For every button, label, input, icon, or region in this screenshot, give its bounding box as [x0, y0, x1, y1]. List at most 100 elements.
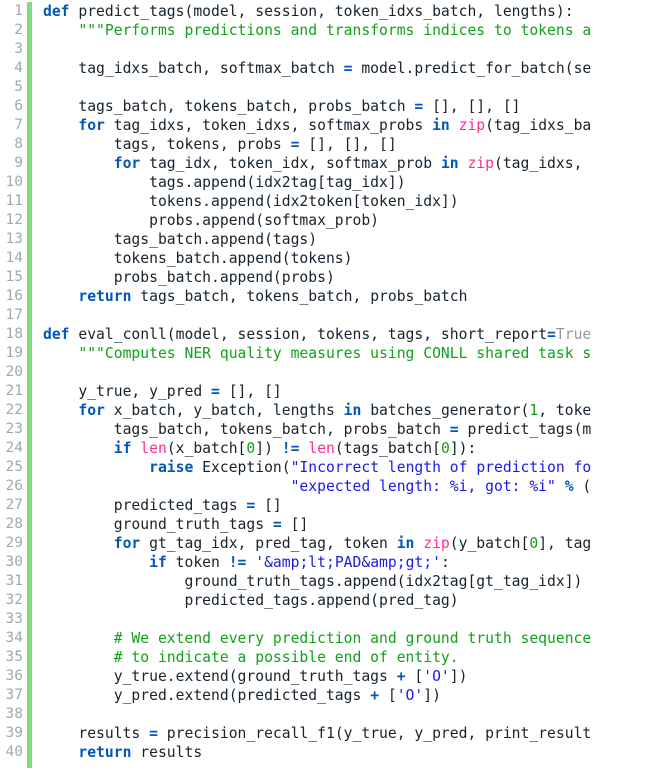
code-line[interactable]: y_pred.extend(predicted_tags + ['O']) — [43, 686, 669, 705]
code-token-k: for — [78, 402, 105, 419]
code-token-id: (x_batch[ — [166, 440, 247, 457]
code-line[interactable] — [43, 610, 669, 629]
line-number: 39 — [5, 725, 23, 741]
code-token-id — [43, 440, 114, 457]
code-line[interactable]: """Performs predictions and transforms i… — [43, 21, 669, 40]
code-line[interactable]: probs_batch.append(probs) — [43, 268, 669, 287]
code-token-ds: """Computes NER quality measures using C… — [43, 345, 592, 362]
code-token-id — [43, 744, 78, 761]
code-token-id: [ — [405, 668, 424, 685]
code-line[interactable]: predicted_tags = [] — [43, 496, 669, 515]
code-line[interactable]: # We extend every prediction and ground … — [43, 629, 669, 648]
line-number: 28 — [5, 516, 23, 532]
code-token-o: = — [414, 98, 424, 115]
line-number: 7 — [14, 117, 23, 133]
code-token-o: % — [564, 478, 574, 495]
code-token-k: return — [78, 744, 132, 761]
code-token-id: results — [43, 725, 150, 742]
line-number: 26 — [5, 478, 23, 494]
code-token-id — [43, 402, 78, 419]
code-token-id: [], [], [] — [423, 98, 521, 115]
code-token-s: 'O' — [396, 687, 424, 704]
code-line[interactable]: probs.append(softmax_prob) — [43, 211, 669, 230]
code-line[interactable]: tags, tokens, probs = [], [], [] — [43, 135, 669, 154]
code-token-id — [246, 554, 255, 571]
code-line[interactable]: tags_batch, tokens_batch, probs_batch = … — [43, 97, 669, 116]
code-token-id — [414, 535, 423, 552]
code-line[interactable] — [43, 78, 669, 97]
code-line[interactable]: if token != '&amp;lt;PAD&amp;gt;': — [43, 553, 669, 572]
code-line[interactable]: tokens.append(idx2token[token_idx]) — [43, 192, 669, 211]
code-line[interactable]: return results — [43, 743, 669, 762]
code-token-o: + — [370, 687, 380, 704]
code-token-id — [131, 440, 140, 457]
code-token-id: ground_truth_tags — [43, 516, 273, 533]
code-line[interactable]: ground_truth_tags.append(idx2tag[gt_tag_… — [43, 572, 669, 591]
code-token-s: '&amp;lt;PAD&amp;gt;' — [255, 554, 441, 571]
code-line[interactable] — [43, 705, 669, 724]
code-token-k: return — [78, 288, 132, 305]
code-line[interactable] — [43, 40, 669, 59]
code-line[interactable]: ground_truth_tags = [] — [43, 515, 669, 534]
code-token-id: ], tag — [538, 535, 592, 552]
code-line[interactable]: return tags_batch, tokens_batch, probs_b… — [43, 287, 669, 306]
code-token-id: ]) — [449, 668, 468, 685]
code-token-id: (tag_idxs, — [494, 155, 592, 172]
code-line[interactable]: for gt_tag_idx, pred_tag, token in zip(y… — [43, 534, 669, 553]
code-line[interactable]: """Computes NER quality measures using C… — [43, 344, 669, 363]
code-line[interactable]: tags_batch, tokens_batch, probs_batch = … — [43, 420, 669, 439]
code-viewer[interactable]: 1 2 3 4 5 6 7 8 9 10 11 12 13 14 15 16 17 18 19 20 21 22 23 24 2… — [0, 0, 669, 770]
code-line[interactable]: for tag_idx, token_idx, softmax_prob in … — [43, 154, 669, 173]
code-token-id: y_pred.extend(predicted_tags — [43, 687, 371, 704]
code-line[interactable]: "expected length: %i, got: %i" % ( — [43, 477, 669, 496]
line-number: 9 — [14, 155, 23, 171]
line-number: 30 — [5, 554, 23, 570]
code-token-ds: """Performs predictions and transforms i… — [43, 22, 592, 39]
code-token-id: tag_idxs_batch, softmax_batch — [43, 60, 344, 77]
code-token-n: 0 — [246, 440, 256, 457]
code-token-id: predicted_tags — [43, 497, 247, 514]
code-line[interactable]: tokens_batch.append(tokens) — [43, 249, 669, 268]
code-token-id: results — [131, 744, 203, 761]
code-token-s: "Incorrect length of prediction fo — [290, 459, 592, 476]
code-line[interactable]: tag_idxs_batch, softmax_batch = model.pr… — [43, 59, 669, 78]
line-number: 23 — [5, 421, 23, 437]
code-token-c: # to indicate a possible end of entity. — [43, 649, 459, 666]
code-content-area[interactable]: def predict_tags(model, session, token_i… — [32, 0, 669, 770]
code-token-bi: len — [140, 440, 167, 457]
code-line[interactable]: y_true, y_pred = [], [] — [43, 382, 669, 401]
code-line[interactable]: def eval_conll(model, session, tokens, t… — [43, 325, 669, 344]
code-line[interactable] — [43, 363, 669, 382]
code-line[interactable]: predicted_tags.append(pred_tag) — [43, 591, 669, 610]
code-token-id: probs.append(softmax_prob) — [43, 212, 380, 229]
code-line[interactable]: tags.append(idx2tag[tag_idx]) — [43, 173, 669, 192]
line-number: 33 — [5, 611, 23, 627]
code-token-o: = — [272, 516, 282, 533]
code-token-c: # We extend every prediction and ground … — [43, 630, 592, 647]
code-line[interactable]: y_true.extend(ground_truth_tags + ['O']) — [43, 667, 669, 686]
code-token-k: in — [440, 155, 459, 172]
code-token-o: = — [547, 326, 556, 343]
code-token-id — [299, 440, 308, 457]
code-line[interactable]: results = precision_recall_f1(y_true, y_… — [43, 724, 669, 743]
code-token-id: gt_tag_idx, pred_tag, token — [140, 535, 397, 552]
code-token-n: 0 — [440, 440, 450, 457]
code-line[interactable]: for x_batch, y_batch, lengths in batches… — [43, 401, 669, 420]
code-line[interactable]: for tag_idxs, token_idxs, softmax_probs … — [43, 116, 669, 135]
code-line[interactable]: def predict_tags(model, session, token_i… — [43, 2, 669, 21]
line-number: 6 — [14, 98, 23, 114]
code-line[interactable]: raise Exception("Incorrect length of pre… — [43, 458, 669, 477]
code-line[interactable]: if len(x_batch[0]) != len(tags_batch[0])… — [43, 439, 669, 458]
line-number: 17 — [5, 307, 23, 323]
code-line[interactable]: # to indicate a possible end of entity. — [43, 648, 669, 667]
line-number: 11 — [5, 193, 23, 209]
line-number: 19 — [5, 345, 23, 361]
code-line[interactable]: tags_batch.append(tags) — [43, 230, 669, 249]
code-token-id: predict_tags(m — [458, 421, 592, 438]
line-number: 12 — [5, 212, 23, 228]
code-token-id: tags.append(idx2tag[tag_idx]) — [43, 174, 406, 191]
code-line[interactable] — [43, 306, 669, 325]
code-token-id: predict_tags(model, session, token_idxs_… — [69, 3, 574, 20]
code-token-o: = — [343, 60, 353, 77]
line-number: 25 — [5, 459, 23, 475]
